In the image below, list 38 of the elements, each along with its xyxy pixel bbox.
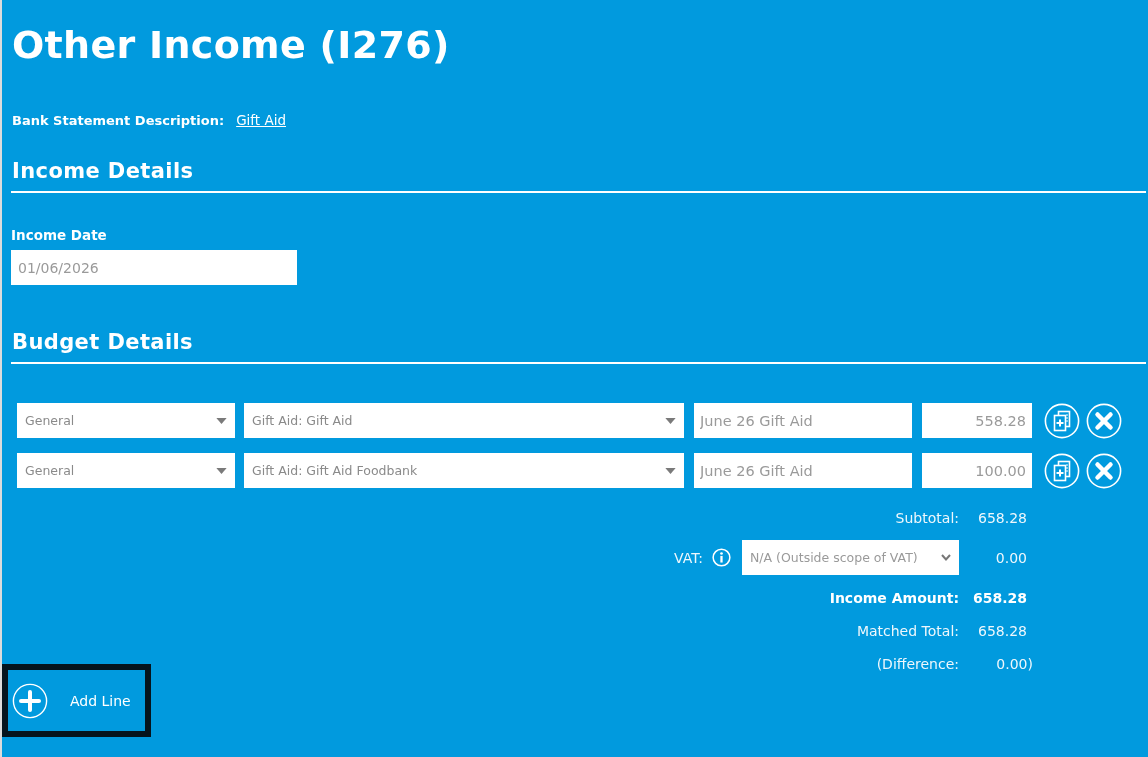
total-label: Subtotal: <box>894 508 959 528</box>
page-title: Other Income (I276) <box>12 22 451 69</box>
add-line-button[interactable]: Add Line <box>2 664 151 737</box>
section-heading: Income Details <box>11 156 1146 193</box>
bank-description-link[interactable]: Gift Aid <box>236 112 286 128</box>
description-field[interactable]: June 26 Gift Aid <box>694 453 912 488</box>
budget-select[interactable]: Gift Aid: Gift Aid <box>244 403 684 438</box>
caret-icon <box>216 467 227 474</box>
total-value: 0.00 <box>994 548 1027 568</box>
total-value: 658.28 <box>971 588 1027 608</box>
total-label: VAT: <box>674 549 703 566</box>
caret-icon <box>665 417 676 424</box>
total-label: Matched Total: <box>855 621 959 641</box>
income-date-field[interactable]: 01/06/2026 <box>11 250 297 285</box>
info-icon[interactable] <box>712 548 731 567</box>
total-value: 0.00) <box>995 654 1033 674</box>
total-label: Income Amount: <box>828 588 959 608</box>
amount-field[interactable]: 100.00 <box>922 453 1032 488</box>
section-heading: Budget Details <box>11 327 1146 364</box>
bank-statement-label: Bank Statement Description: <box>12 112 225 128</box>
plus-circle-icon <box>12 682 48 719</box>
total-value: 658.28 <box>977 508 1027 528</box>
copy-plus-icon[interactable] <box>1044 402 1080 439</box>
fund-select[interactable]: General <box>17 453 235 488</box>
description-field[interactable]: June 26 Gift Aid <box>694 403 912 438</box>
total-value: 658.28 <box>977 621 1027 641</box>
copy-plus-icon[interactable] <box>1044 452 1080 489</box>
income-date-label: Income Date <box>11 226 108 244</box>
caret-icon <box>216 417 227 424</box>
x-circle-icon[interactable] <box>1086 402 1122 439</box>
chevron-down-icon <box>941 554 951 561</box>
vat-select[interactable]: N/A (Outside scope of VAT) <box>742 540 959 575</box>
budget-select[interactable]: Gift Aid: Gift Aid Foodbank <box>244 453 684 488</box>
total-label: (Difference: <box>875 654 959 674</box>
caret-icon <box>665 467 676 474</box>
fund-select[interactable]: General <box>17 403 235 438</box>
x-circle-icon[interactable] <box>1086 452 1122 489</box>
amount-field[interactable]: 558.28 <box>922 403 1032 438</box>
